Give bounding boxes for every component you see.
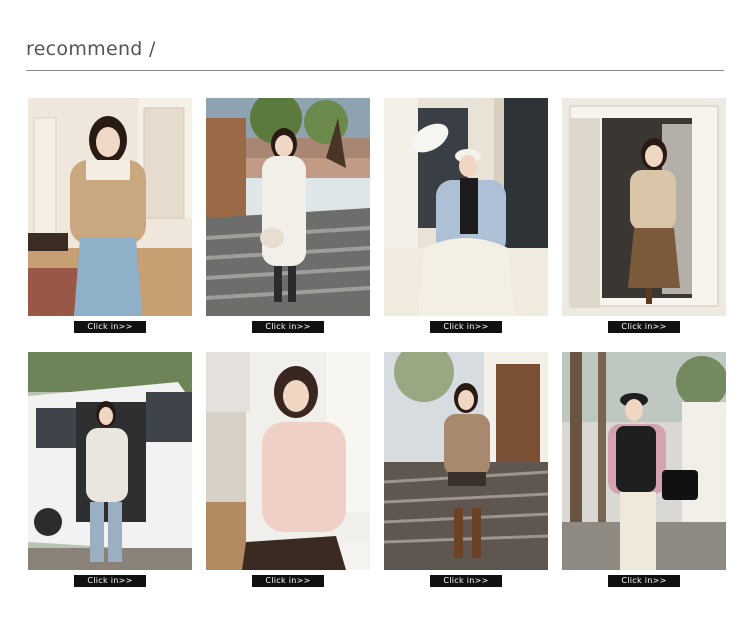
click-in-button-8[interactable]: Click in>> <box>608 575 680 587</box>
click-in-button-4[interactable]: Click in>> <box>608 321 680 333</box>
click-in-button-1[interactable]: Click in>> <box>74 321 146 333</box>
click-in-button-3[interactable]: Click in>> <box>430 321 502 333</box>
product-photo-1[interactable] <box>28 98 192 316</box>
product-photo-3[interactable] <box>384 98 548 316</box>
product-photo-8[interactable] <box>562 352 726 570</box>
click-in-button-6[interactable]: Click in>> <box>252 575 324 587</box>
click-in-button-5[interactable]: Click in>> <box>74 575 146 587</box>
product-photo-7[interactable] <box>384 352 548 570</box>
product-photo-5[interactable] <box>28 352 192 570</box>
product-photo-2[interactable] <box>206 98 370 316</box>
click-in-button-7[interactable]: Click in>> <box>430 575 502 587</box>
section-header: recommend / <box>26 38 724 71</box>
product-photo-6[interactable] <box>206 352 370 570</box>
section-title: recommend / <box>26 38 156 60</box>
header-divider <box>26 70 724 71</box>
product-photo-4[interactable] <box>562 98 726 316</box>
click-in-button-2[interactable]: Click in>> <box>252 321 324 333</box>
